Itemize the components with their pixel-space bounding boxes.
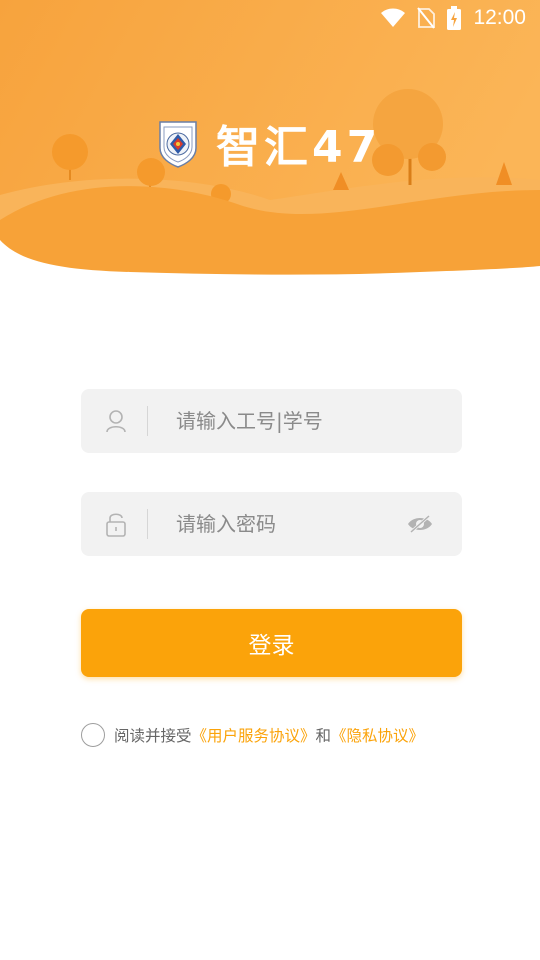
password-field[interactable] xyxy=(81,492,462,556)
terms-link[interactable]: 《用户服务协议》 xyxy=(192,724,316,746)
app-title: 智汇47 xyxy=(216,122,382,173)
password-input[interactable] xyxy=(174,511,408,537)
agreement-checkbox[interactable] xyxy=(81,723,105,747)
field-divider xyxy=(147,509,148,539)
eye-hidden-icon[interactable] xyxy=(406,514,434,534)
status-time: 12:00 xyxy=(473,6,526,29)
status-bar: 12:00 xyxy=(0,0,540,36)
user-icon xyxy=(105,408,127,434)
lock-icon xyxy=(105,511,127,537)
agreement-row: 阅读并接受 《用户服务协议》 和 《隐私协议》 xyxy=(81,721,424,749)
battery-charging-icon xyxy=(447,6,462,30)
privacy-link[interactable]: 《隐私协议》 xyxy=(331,724,424,746)
field-divider xyxy=(147,406,148,436)
login-button[interactable]: 登录 xyxy=(81,609,462,677)
school-shield-logo xyxy=(159,121,197,168)
no-sim-icon xyxy=(417,7,436,29)
brand-header: 智汇47 xyxy=(158,116,381,173)
username-field[interactable] xyxy=(81,389,462,453)
username-input[interactable] xyxy=(174,408,408,434)
agreement-conjunction: 和 xyxy=(315,727,332,745)
wifi-icon xyxy=(381,8,406,28)
agreement-prefix: 阅读并接受 xyxy=(114,727,192,745)
